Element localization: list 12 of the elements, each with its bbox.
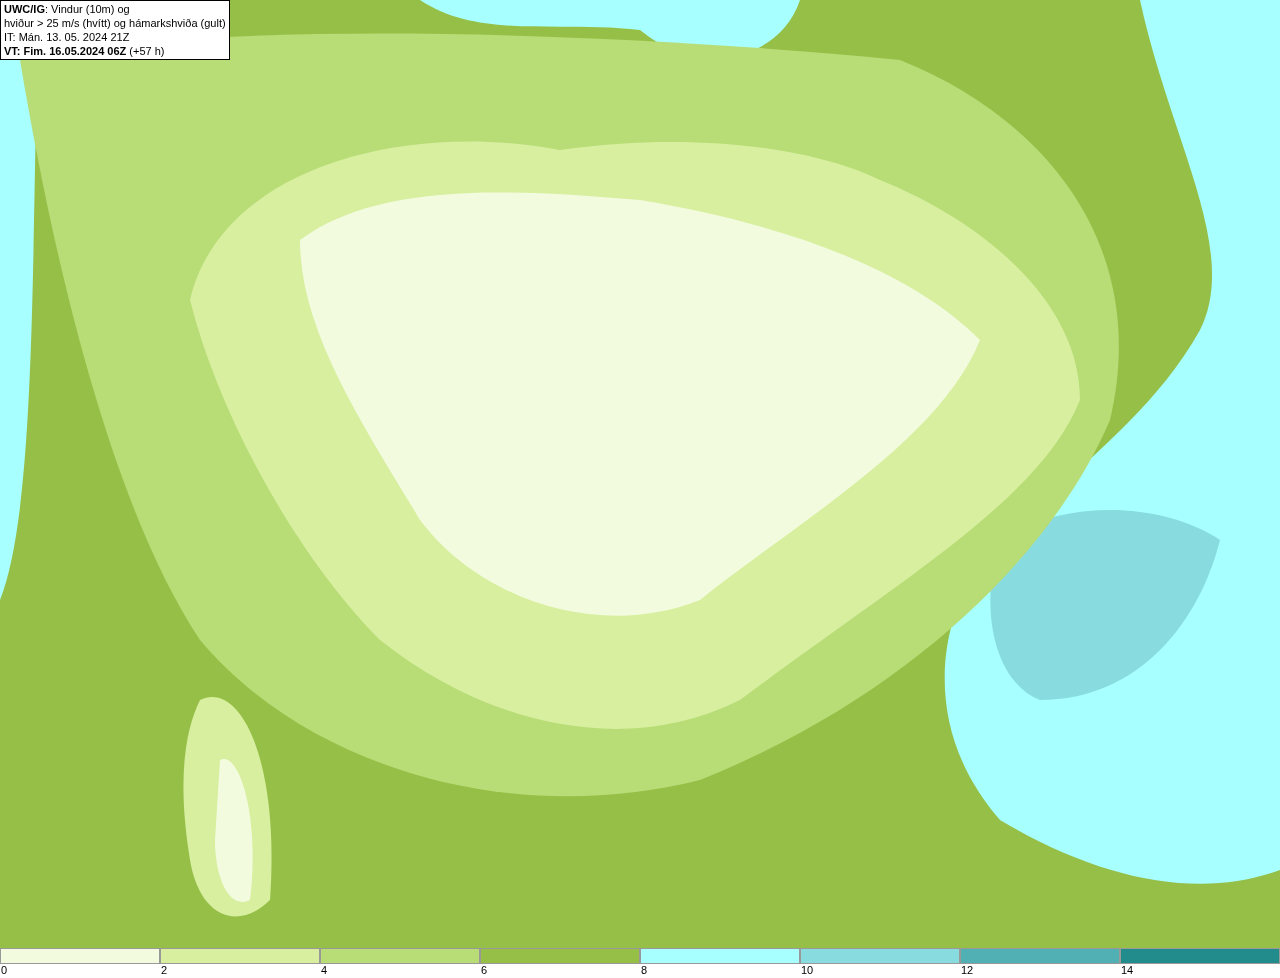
legend-label: 8 bbox=[640, 964, 648, 977]
title-line: UWC/IG: Vindur (10m) og bbox=[4, 2, 131, 16]
legend-label: 4 bbox=[320, 964, 328, 977]
legend-label: 6 bbox=[480, 964, 488, 977]
legend-label: 14 bbox=[1120, 964, 1134, 977]
legend-label: 0 bbox=[0, 964, 8, 977]
title-line: hviður > 25 m/s (hvítt) og hámarkshviða (gult) bbox=[4, 16, 226, 30]
legend-label: 10 bbox=[800, 964, 814, 977]
title-line: VT: Fim. 16.05.2024 06Z (+57 h) bbox=[4, 44, 166, 58]
title-line: IT: Mán. 13. 05. 2024 21Z bbox=[4, 30, 131, 44]
legend-label: 2 bbox=[160, 964, 168, 977]
legend-label: 12 bbox=[960, 964, 974, 977]
